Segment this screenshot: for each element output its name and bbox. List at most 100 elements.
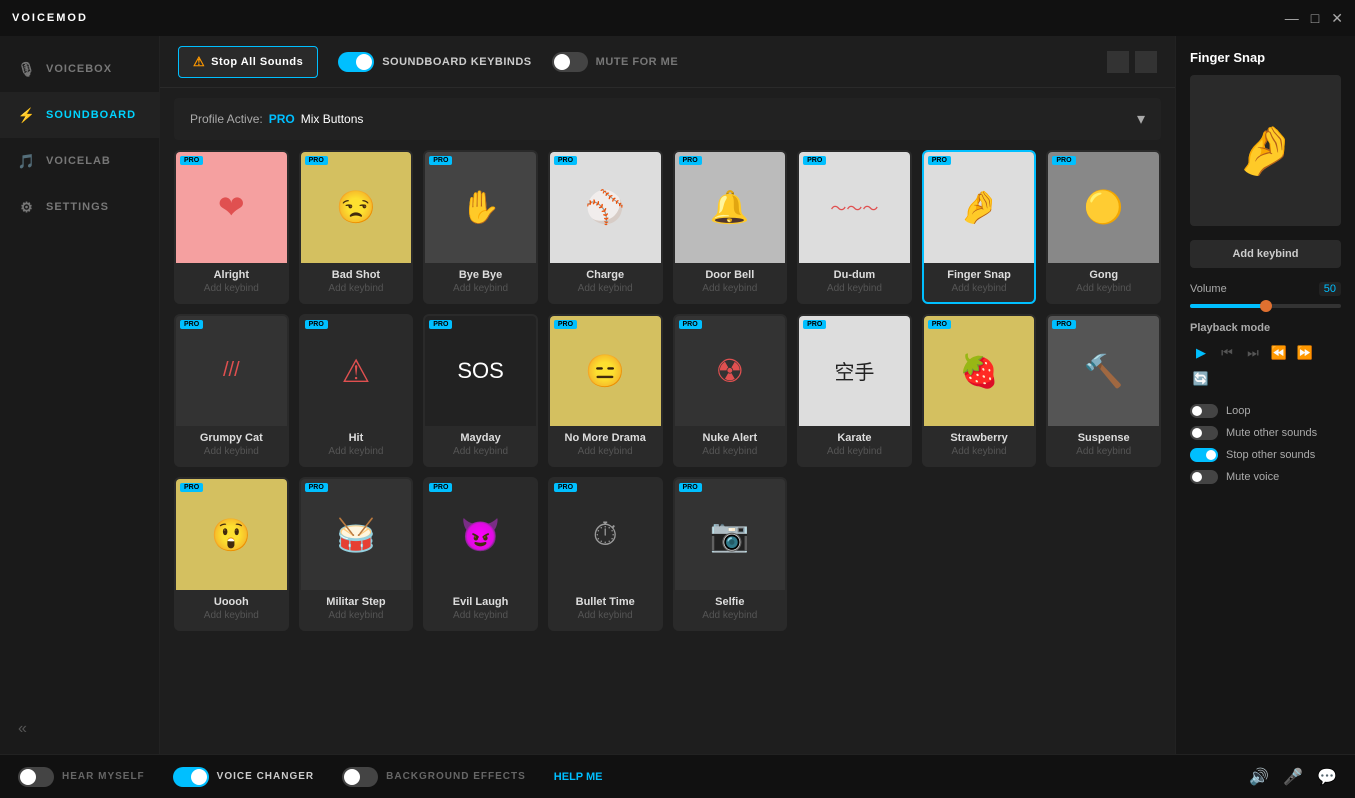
play-overlap-button[interactable]: ⏮ xyxy=(1216,342,1238,364)
pro-badge: PRO xyxy=(180,320,203,329)
sound-card-img-no-more-drama: PRO 😑 xyxy=(550,316,661,427)
sound-emoji-evil-laugh: 😈 xyxy=(461,516,501,554)
keybinds-label: SOUNDBOARD KEYBINDS xyxy=(382,56,531,68)
sound-name-strawberry: Strawberry xyxy=(950,432,1007,444)
toggle-loop[interactable] xyxy=(1190,404,1218,418)
sound-card-hit[interactable]: PRO ⚠ Hit Add keybind xyxy=(299,314,414,468)
sound-card-suspense[interactable]: PRO 🔨 Suspense Add keybind xyxy=(1046,314,1161,468)
sidebar: 🎙 VOICEBOX ⚡ SOUNDBOARD 🎵 VOICELAB ⚙ SET… xyxy=(0,36,160,754)
microphone-icon: 🎙 xyxy=(18,60,36,78)
sound-card-img-karate: PRO 空手 xyxy=(799,316,910,427)
sound-card-img-selfie: PRO 📷 xyxy=(675,479,786,590)
toggle-label-mute-other-sounds: Mute other sounds xyxy=(1226,427,1317,439)
hear-myself-switch[interactable] xyxy=(18,767,54,787)
keybinds-switch[interactable] xyxy=(338,52,374,72)
sound-emoji-hit: ⚠ xyxy=(342,352,371,390)
close-button[interactable]: ✕ xyxy=(1331,11,1343,25)
sound-card-img-finger-snap: PRO 🤌 xyxy=(924,152,1035,263)
playback-mode-label: Playback mode xyxy=(1190,322,1341,334)
toggle-row-loop: Loop xyxy=(1190,404,1341,418)
sidebar-collapse-button[interactable]: « xyxy=(0,704,159,754)
sound-card-finger-snap[interactable]: PRO 🤌 Finger Snap Add keybind xyxy=(922,150,1037,304)
sound-card-img-gong: PRO 🟡 xyxy=(1048,152,1159,263)
toggle-mute-other-sounds[interactable] xyxy=(1190,426,1218,440)
sound-card-du-dum[interactable]: PRO 〜〜〜 Du-dum Add keybind xyxy=(797,150,912,304)
grid-view-small-button[interactable] xyxy=(1107,51,1129,73)
pro-badge: PRO xyxy=(803,156,826,165)
minimize-button[interactable]: — xyxy=(1285,11,1299,25)
volume-label: Volume xyxy=(1190,283,1227,295)
sound-name-bad-shot: Bad Shot xyxy=(332,269,380,281)
sound-card-img-bad-shot: PRO 😒 xyxy=(301,152,412,263)
stop-all-sounds-button[interactable]: ⚠ Stop All Sounds xyxy=(178,46,318,78)
mute-switch[interactable] xyxy=(552,52,588,72)
sound-emoji-uoooh: 😲 xyxy=(211,516,251,554)
volume-slider[interactable] xyxy=(1190,304,1341,308)
bg-effects-switch[interactable] xyxy=(342,767,378,787)
sound-card-img-door-bell: PRO 🔔 xyxy=(675,152,786,263)
sidebar-item-voicelab[interactable]: 🎵 VOICELAB xyxy=(0,138,159,184)
sound-emoji-militar-step: 🥁 xyxy=(336,516,376,554)
sidebar-item-soundboard[interactable]: ⚡ SOUNDBOARD xyxy=(0,92,159,138)
sound-card-alright[interactable]: PRO ❤ Alright Add keybind xyxy=(174,150,289,304)
sound-card-militar-step[interactable]: PRO 🥁 Militar Step Add keybind xyxy=(299,477,414,631)
sound-card-mayday[interactable]: PRO SOS Mayday Add keybind xyxy=(423,314,538,468)
sound-emoji-selfie: 📷 xyxy=(710,516,750,554)
sound-card-img-charge: PRO ⚾ xyxy=(550,152,661,263)
play-next-button[interactable]: ⏭ xyxy=(1242,342,1264,364)
sound-card-evil-laugh[interactable]: PRO 😈 Evil Laugh Add keybind xyxy=(423,477,538,631)
sound-name-charge: Charge xyxy=(586,269,624,281)
sound-keybind-bad-shot: Add keybind xyxy=(328,283,383,294)
sound-name-door-bell: Door Bell xyxy=(705,269,754,281)
play-forward-button[interactable]: ⏩ xyxy=(1294,342,1316,364)
sound-card-img-hit: PRO ⚠ xyxy=(301,316,412,427)
profile-tier: PRO xyxy=(269,112,295,126)
play-back-button[interactable]: ⏪ xyxy=(1268,342,1290,364)
profile-name: Mix Buttons xyxy=(301,112,364,126)
sound-emoji-finger-snap: 🤌 xyxy=(959,188,999,226)
toolbar: ⚠ Stop All Sounds SOUNDBOARD KEYBINDS MU… xyxy=(160,36,1175,88)
soundboard-keybinds-toggle: SOUNDBOARD KEYBINDS xyxy=(338,52,531,72)
voice-changer-row: VOICE CHANGER xyxy=(173,767,314,787)
sound-card-strawberry[interactable]: PRO 🍓 Strawberry Add keybind xyxy=(922,314,1037,468)
sound-card-selfie[interactable]: PRO 📷 Selfie Add keybind xyxy=(673,477,788,631)
profile-bar[interactable]: Profile Active: PRO Mix Buttons ▾ xyxy=(174,98,1161,140)
sound-card-nuke-alert[interactable]: PRO ☢ Nuke Alert Add keybind xyxy=(673,314,788,468)
sound-card-charge[interactable]: PRO ⚾ Charge Add keybind xyxy=(548,150,663,304)
toggle-mute-voice[interactable] xyxy=(1190,470,1218,484)
replay-button[interactable]: 🔄 xyxy=(1190,368,1212,390)
pro-badge: PRO xyxy=(554,156,577,165)
sound-card-door-bell[interactable]: PRO 🔔 Door Bell Add keybind xyxy=(673,150,788,304)
play-button[interactable]: ▶ xyxy=(1190,342,1212,364)
sound-card-bullet-time[interactable]: PRO ⏱ Bullet Time Add keybind xyxy=(548,477,663,631)
sound-emoji-strawberry: 🍓 xyxy=(959,352,999,390)
music-icon: 🎵 xyxy=(18,152,36,170)
sound-name-grumpy-cat: Grumpy Cat xyxy=(200,432,263,444)
sound-keybind-du-dum: Add keybind xyxy=(827,283,882,294)
help-me-button[interactable]: HELP ME xyxy=(554,771,603,783)
sound-emoji-du-dum: 〜〜〜 xyxy=(830,195,878,219)
sound-card-img-nuke-alert: PRO ☢ xyxy=(675,316,786,427)
sound-emoji-karate: 空手 xyxy=(834,356,874,385)
pro-badge: PRO xyxy=(180,156,203,165)
sound-card-karate[interactable]: PRO 空手 Karate Add keybind xyxy=(797,314,912,468)
maximize-button[interactable]: □ xyxy=(1311,11,1319,25)
sound-keybind-mayday: Add keybind xyxy=(453,446,508,457)
sound-name-bye-bye: Bye Bye xyxy=(459,269,502,281)
sound-card-bad-shot[interactable]: PRO 😒 Bad Shot Add keybind xyxy=(299,150,414,304)
sound-emoji-bye-bye: ✋ xyxy=(461,188,501,226)
voice-changer-switch[interactable] xyxy=(173,767,209,787)
sidebar-item-voicebox[interactable]: 🎙 VOICEBOX xyxy=(0,46,159,92)
pro-badge: PRO xyxy=(429,320,452,329)
grid-view-large-button[interactable] xyxy=(1135,51,1157,73)
sound-card-bye-bye[interactable]: PRO ✋ Bye Bye Add keybind xyxy=(423,150,538,304)
sound-card-no-more-drama[interactable]: PRO 😑 No More Drama Add keybind xyxy=(548,314,663,468)
add-keybind-button[interactable]: Add keybind xyxy=(1190,240,1341,268)
sound-card-uoooh[interactable]: PRO 😲 Uoooh Add keybind xyxy=(174,477,289,631)
sound-card-grumpy-cat[interactable]: PRO /// Grumpy Cat Add keybind xyxy=(174,314,289,468)
toggle-stop-other-sounds[interactable] xyxy=(1190,448,1218,462)
chevron-down-icon: ▾ xyxy=(1137,109,1145,129)
sidebar-item-settings[interactable]: ⚙ SETTINGS xyxy=(0,184,159,230)
sound-card-gong[interactable]: PRO 🟡 Gong Add keybind xyxy=(1046,150,1161,304)
voice-changer-label: VOICE CHANGER xyxy=(217,771,314,782)
